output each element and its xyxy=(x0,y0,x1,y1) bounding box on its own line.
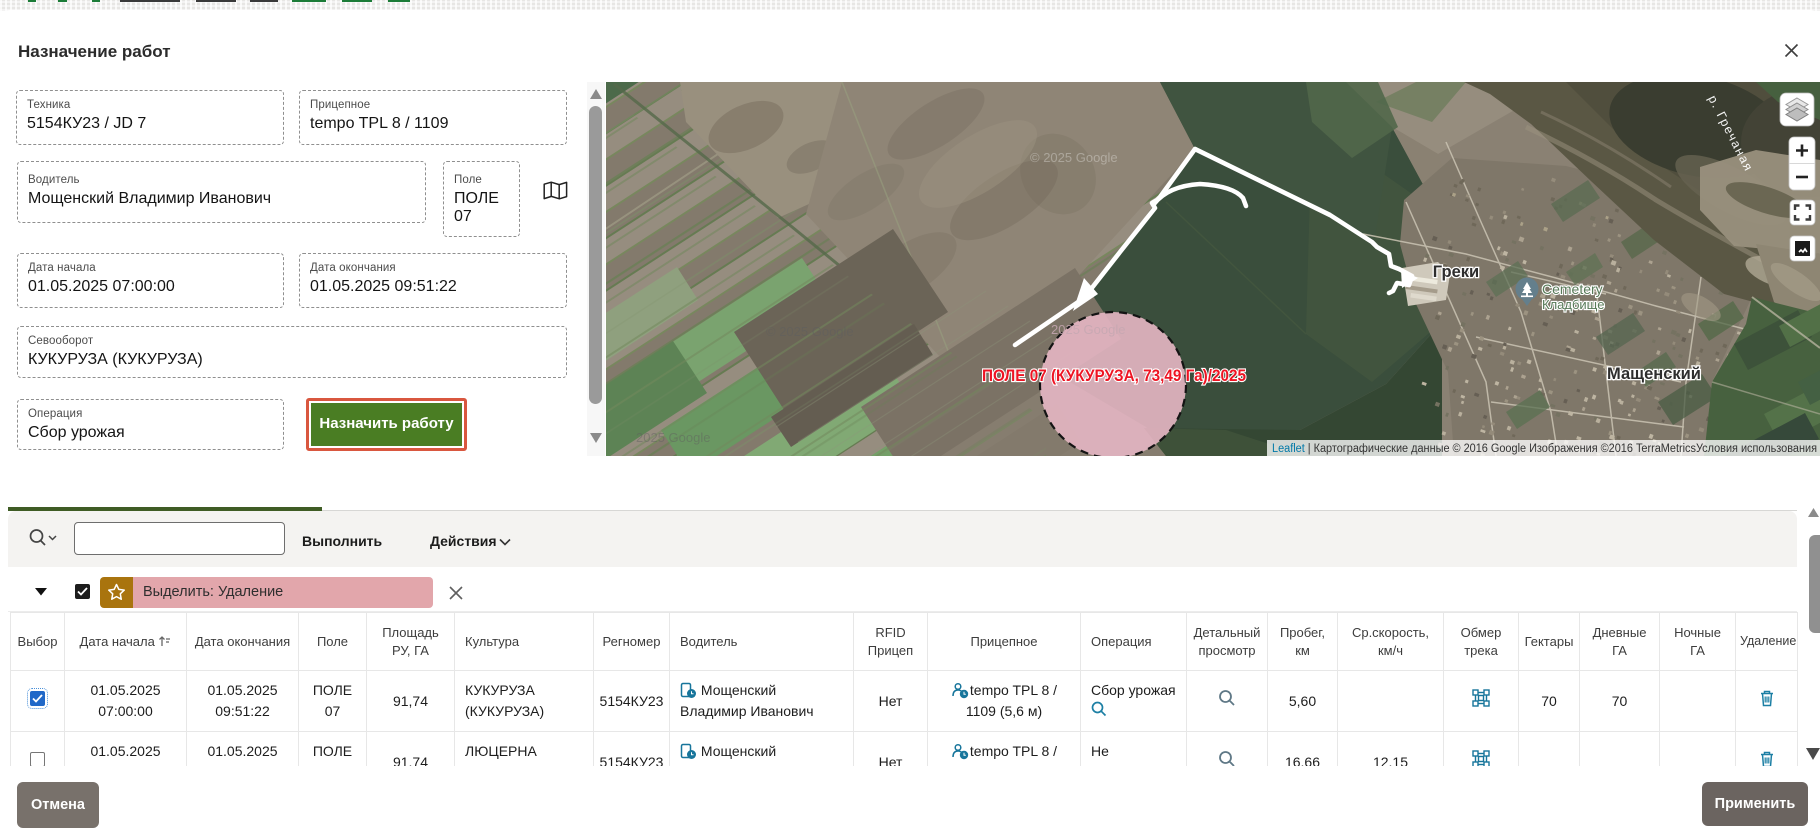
svg-text:Leaflet | Картографические дан: Leaflet | Картографические данные © 2016… xyxy=(1272,443,1817,455)
svg-text:© 2025 Google: © 2025 Google xyxy=(1030,150,1118,165)
svg-text:2025 Google: 2025 Google xyxy=(636,430,710,445)
svg-text:Мащенский: Мащенский xyxy=(1607,365,1701,383)
svg-text:Греки: Греки xyxy=(1433,263,1479,281)
svg-text:ПОЛЕ 07 (КУКУРУЗА, 73,49 Га)/2: ПОЛЕ 07 (КУКУРУЗА, 73,49 Га)/2025 xyxy=(982,366,1246,385)
svg-text:Кладбище: Кладбище xyxy=(1542,297,1604,312)
svg-text:Cemetery: Cemetery xyxy=(1542,281,1603,297)
svg-text:© 2025 Google: © 2025 Google xyxy=(766,324,854,339)
svg-text:2025 Google: 2025 Google xyxy=(1051,322,1125,337)
